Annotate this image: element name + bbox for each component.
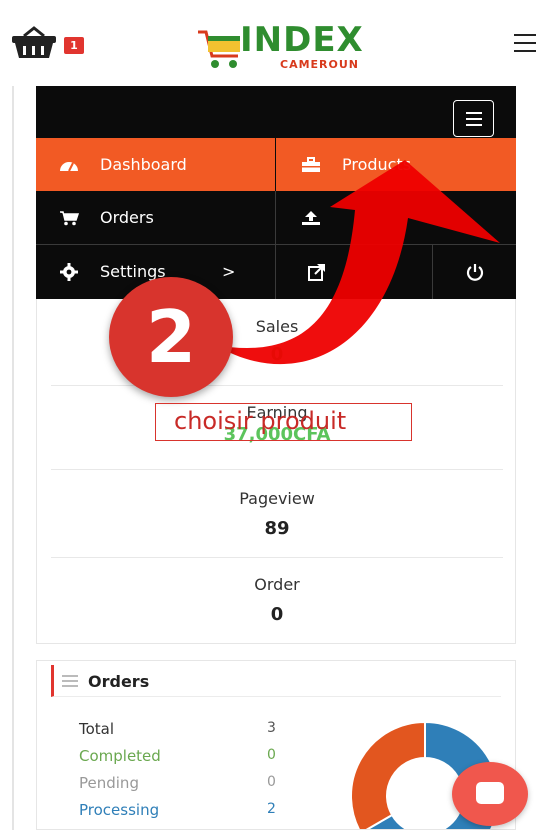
- annotation-note: choisir produit: [174, 407, 347, 435]
- chat-button[interactable]: [452, 762, 528, 826]
- step-number-badge: 2: [109, 277, 233, 397]
- chat-icon: [476, 782, 504, 804]
- red-arrow: [215, 160, 500, 365]
